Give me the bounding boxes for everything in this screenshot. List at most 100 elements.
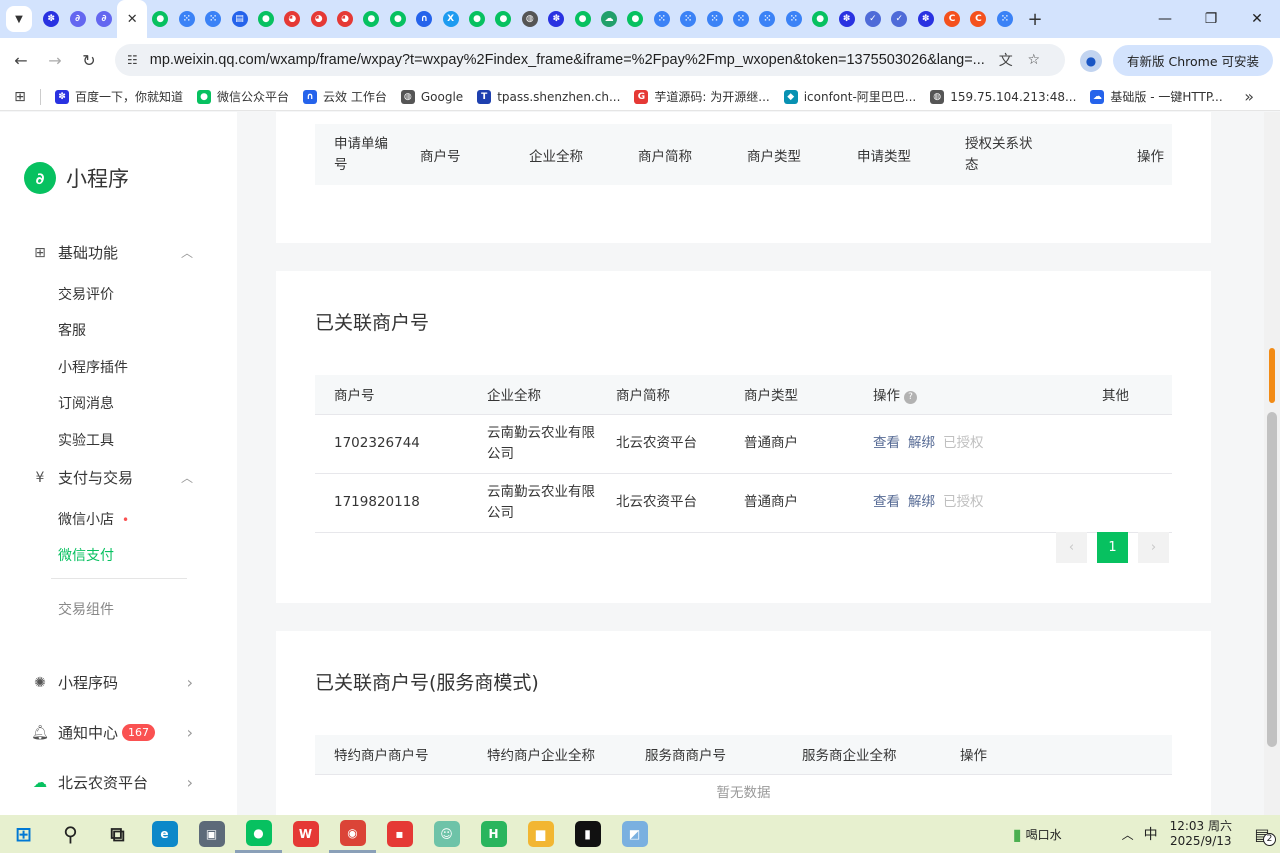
unbind-link[interactable]: 解绑	[908, 435, 935, 451]
browser-tab[interactable]: C	[939, 0, 965, 38]
new-tab-button[interactable]: +	[1022, 9, 1048, 30]
notification-center-button[interactable]: ▤ 2	[1244, 825, 1280, 846]
prev-page-button[interactable]: ‹	[1056, 532, 1087, 563]
browser-tab[interactable]: ☁	[596, 0, 622, 38]
taskbar-app[interactable]: ◉	[329, 815, 376, 853]
taskbar-app[interactable]: ⚲	[47, 815, 94, 853]
tray-expand-button[interactable]: ︿	[1122, 826, 1134, 843]
browser-tab[interactable]: ⁙	[200, 0, 226, 38]
browser-tab[interactable]: ⁙	[754, 0, 780, 38]
browser-tab[interactable]: ⁙	[701, 0, 727, 38]
browser-tab[interactable]: ●	[490, 0, 516, 38]
bookmark-item[interactable]: ∩ 云效 工作台	[303, 88, 387, 105]
browser-tab[interactable]: ∩	[411, 0, 437, 38]
taskbar-app[interactable]: ▆	[517, 815, 564, 853]
ime-indicator[interactable]: 中	[1144, 824, 1158, 844]
url-text[interactable]: mp.weixin.qq.com/wxamp/frame/wxpay?t=wxp…	[150, 52, 992, 68]
browser-tab[interactable]: ✓	[886, 0, 912, 38]
browser-tab[interactable]: ✕	[117, 0, 148, 38]
water-reminder[interactable]: ▮ 喝口水	[1013, 825, 1062, 844]
nav-item-wechat-store[interactable]: 微信小店 •	[58, 509, 129, 529]
browser-tab[interactable]: ✽	[38, 0, 64, 38]
view-link[interactable]: 查看	[873, 435, 900, 451]
browser-tab[interactable]: ▤	[226, 0, 252, 38]
apps-grid-icon[interactable]: ⊞	[0, 89, 40, 105]
browser-tab[interactable]: ●	[253, 0, 279, 38]
site-info-icon[interactable]: ☷	[127, 53, 138, 67]
taskbar-app[interactable]: H	[470, 815, 517, 853]
browser-tab[interactable]: C	[965, 0, 991, 38]
browser-tab[interactable]: ◕	[306, 0, 332, 38]
update-chrome-button[interactable]: 有新版 Chrome 可安装	[1113, 45, 1273, 76]
taskbar-app[interactable]: ◩	[611, 815, 658, 853]
browser-tab[interactable]: ◕	[332, 0, 358, 38]
browser-tab[interactable]: ⁙	[992, 0, 1018, 38]
help-icon[interactable]: ?	[904, 391, 917, 405]
browser-tab[interactable]: ●	[622, 0, 648, 38]
taskbar-app[interactable]: ▪	[376, 815, 423, 853]
nav-item-trade-component[interactable]: 交易组件	[58, 599, 114, 619]
view-link[interactable]: 查看	[873, 494, 900, 510]
bookmark-item[interactable]: ● 微信公众平台	[197, 88, 289, 105]
reload-button[interactable]: ↻	[72, 51, 106, 70]
browser-tab[interactable]: ●	[464, 0, 490, 38]
taskbar-app[interactable]: ☺	[423, 815, 470, 853]
taskbar-app[interactable]: ▣	[188, 815, 235, 853]
bookmark-item[interactable]: ◍ 159.75.104.213:48...	[930, 88, 1076, 105]
nav-item-account[interactable]: ☁ 北云农资平台 ›	[31, 772, 193, 793]
taskbar-app[interactable]: ●	[235, 815, 282, 853]
minimize-button[interactable]: —	[1142, 0, 1188, 38]
nav-item-wechat-pay[interactable]: 微信支付	[58, 545, 114, 565]
forward-button[interactable]: →	[38, 51, 72, 70]
browser-tab[interactable]: ●	[385, 0, 411, 38]
page-number-button[interactable]: 1	[1097, 532, 1128, 563]
browser-tab[interactable]: ✽	[543, 0, 569, 38]
bookmark-item[interactable]: ◆ iconfont-阿里巴巴...	[783, 88, 916, 105]
browser-tab[interactable]: ∂	[91, 0, 117, 38]
bookmark-item[interactable]: G 芋道源码: 为开源继...	[634, 88, 770, 105]
close-window-button[interactable]: ✕	[1234, 0, 1280, 38]
browser-tab[interactable]: ✽	[833, 0, 859, 38]
nav-item-plugins[interactable]: 小程序插件	[58, 357, 128, 377]
taskbar-app[interactable]: ⊞	[0, 815, 47, 853]
nav-group-basic[interactable]: ⊞ 基础功能 ︿	[31, 242, 193, 263]
tab-search-button[interactable]: ▼	[6, 6, 32, 32]
browser-tab[interactable]: ⁙	[649, 0, 675, 38]
taskbar-app[interactable]: ▮	[564, 815, 611, 853]
back-button[interactable]: ←	[4, 51, 38, 70]
browser-tab[interactable]: ✽	[913, 0, 939, 38]
more-bookmarks-button[interactable]: »	[1244, 87, 1254, 106]
browser-tab[interactable]: ⁙	[174, 0, 200, 38]
profile-avatar-icon[interactable]: ●	[1080, 50, 1102, 72]
browser-tab[interactable]: ✓	[860, 0, 886, 38]
taskbar-app[interactable]: e	[141, 815, 188, 853]
scrollbar-thumb[interactable]	[1267, 412, 1277, 747]
nav-item-customer-service[interactable]: 客服	[58, 320, 86, 340]
browser-tab[interactable]: ●	[807, 0, 833, 38]
bookmark-item[interactable]: ✽ 百度一下，你就知道	[55, 88, 183, 105]
bookmark-item[interactable]: ☁ 基础版 - 一键HTTP...	[1090, 88, 1223, 105]
browser-tab[interactable]: ●	[358, 0, 384, 38]
translate-icon[interactable]: 文	[992, 50, 1020, 70]
taskbar-app[interactable]: ⧉	[94, 815, 141, 853]
clock[interactable]: 12:03 周六 2025/9/13	[1170, 819, 1232, 849]
address-bar[interactable]: ☷ mp.weixin.qq.com/wxamp/frame/wxpay?t=w…	[115, 44, 1065, 76]
nav-item-trade-review[interactable]: 交易评价	[58, 284, 114, 304]
nav-item-subscribe-msg[interactable]: 订阅消息	[58, 393, 114, 413]
restore-button[interactable]: ❐	[1188, 0, 1234, 38]
app-logo[interactable]: ∂ 小程序	[24, 162, 129, 194]
nav-item-lab-tools[interactable]: 实验工具	[58, 430, 114, 450]
browser-tab[interactable]: ∂	[64, 0, 90, 38]
page-scrollbar[interactable]	[1264, 112, 1280, 815]
bookmark-item[interactable]: ◍ Google	[400, 88, 463, 105]
nav-item-qrcode[interactable]: ✺ 小程序码 ›	[31, 672, 193, 693]
next-page-button[interactable]: ›	[1138, 532, 1169, 563]
browser-tab[interactable]: ◕	[279, 0, 305, 38]
browser-tab[interactable]: X	[437, 0, 463, 38]
bookmark-item[interactable]: Ttpass.shenzhen.ch...	[477, 88, 620, 105]
browser-tab[interactable]: ●	[569, 0, 595, 38]
browser-tab[interactable]: ⁙	[675, 0, 701, 38]
browser-tab[interactable]: ⁙	[728, 0, 754, 38]
browser-tab[interactable]: ⁙	[781, 0, 807, 38]
browser-tab[interactable]: ◍	[517, 0, 543, 38]
